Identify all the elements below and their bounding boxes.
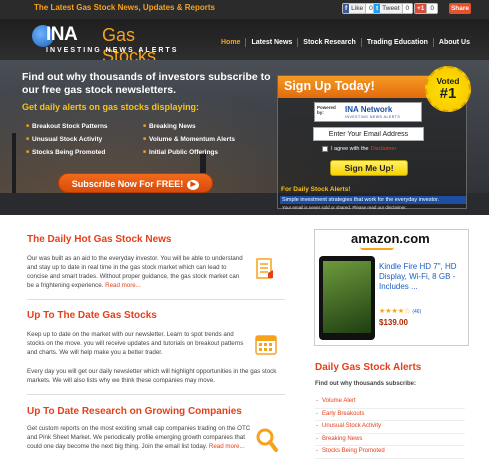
email-field[interactable] <box>313 127 424 141</box>
divider <box>27 394 285 395</box>
article-body: Get custom reports on the most exciting … <box>27 424 252 451</box>
magnifier-icon <box>256 428 278 452</box>
tablet-screen <box>323 261 371 333</box>
top-bar: The Latest Gas Stock News, Updates & Rep… <box>0 0 489 19</box>
alert-link[interactable]: Early Breakouts <box>315 409 465 421</box>
nav-latest-news[interactable]: Latest News <box>245 38 297 47</box>
article-body: Keep up to date on the market with our n… <box>27 331 244 356</box>
hero-headline: Find out why thousands of investors subs… <box>22 71 271 96</box>
amazon-ad[interactable]: amazon.com Kindle Fire HD 7", HD Display… <box>314 229 469 346</box>
feature-item: Stocks Being Promoted <box>26 149 105 156</box>
site-tagline: The Latest Gas Stock News, Updates & Rep… <box>34 3 215 12</box>
gplus-count: 0 <box>426 4 438 13</box>
nav-stock-research[interactable]: Stock Research <box>297 38 361 47</box>
oil-rig-silhouette <box>12 133 16 193</box>
powered-by-label: Powered by: <box>317 105 336 115</box>
like-label: Like <box>351 5 364 12</box>
daily-alerts-label: For Daily Stock Alerts! <box>281 186 351 193</box>
feature-item: Unusual Stock Activity <box>26 136 102 143</box>
voted-rank: #1 <box>439 85 457 102</box>
facebook-like-button[interactable]: f Like 0 <box>342 3 377 14</box>
calendar-icon <box>255 333 277 355</box>
read-more-link[interactable]: Read more... <box>105 282 141 289</box>
disclaimer-link[interactable]: Disclaimer <box>371 146 397 152</box>
amazon-logo: amazon.com <box>351 231 430 246</box>
article-title[interactable]: Up To The Date Gas Stocks <box>27 310 157 321</box>
document-list-icon <box>256 258 274 280</box>
divider <box>27 299 285 300</box>
rating-stars: ★★★★☆ (46) <box>379 307 421 315</box>
feature-item: Breaking News <box>143 123 196 130</box>
share-button[interactable]: Share <box>449 3 471 14</box>
agree-label: I agree with the <box>331 146 369 152</box>
network-name: INA Network <box>345 105 393 114</box>
subscribe-button[interactable]: Subscribe Now For FREE! ▶ <box>58 173 213 193</box>
main-nav: Home Latest News Stock Research Trading … <box>216 38 475 47</box>
alert-link[interactable]: Stocks Being Promoted <box>315 446 465 459</box>
sidebar-title: Daily Gas Stock Alerts <box>315 362 422 373</box>
sign-me-up-button[interactable]: Sign Me Up! <box>330 160 408 176</box>
agree-checkbox-row[interactable]: I agree with the Disclaimer <box>322 146 396 152</box>
voted-label: Voted <box>436 76 460 86</box>
tweet-count: 0 <box>401 4 413 13</box>
tweet-button[interactable]: t Tweet 0 <box>373 3 414 14</box>
alert-link[interactable]: Volume Alert <box>315 396 465 409</box>
arrow-right-icon: ▶ <box>187 179 200 190</box>
gplus-icon: +1 <box>415 4 427 13</box>
alerts-list: Volume Alert Early Breakouts Unusual Sto… <box>315 396 465 459</box>
logo-subtitle: INVESTING NEWS ALERTS <box>46 47 179 54</box>
site-logo[interactable]: INA Gas Stocks INVESTING NEWS ALERTS <box>32 23 192 66</box>
feature-item: Initial Public Offerings <box>143 149 218 156</box>
tweet-label: Tweet <box>382 5 400 12</box>
hero-subhead: Get daily alerts on gas stocks displayin… <box>22 102 200 112</box>
privacy-note: Your email is never sold or shared. Plea… <box>282 205 407 210</box>
network-subtitle: INVESTING NEWS ALERTS <box>345 115 401 119</box>
gplus-button[interactable]: +1 0 <box>414 3 439 14</box>
site-header: INA Gas Stocks INVESTING NEWS ALERTS Hom… <box>0 19 489 66</box>
logo-brand: INA <box>46 24 78 45</box>
amazon-smile-icon <box>360 247 394 250</box>
subscribe-label: Subscribe Now For FREE! <box>71 179 184 189</box>
feature-item: Volume & Momentum Alerts <box>143 136 235 143</box>
alert-link[interactable]: Unusual Stock Activity <box>315 421 465 434</box>
powered-by-logo: Powered by: INA Network INVESTING NEWS A… <box>314 102 422 122</box>
rating-count[interactable]: (46) <box>412 309 421 315</box>
read-more-link[interactable]: Read more... <box>209 443 245 450</box>
signup-title: Sign Up Today! <box>284 79 375 93</box>
kindle-tablet-image[interactable] <box>319 256 375 340</box>
simple-strategies-text: Simple investment strategies that work f… <box>280 196 466 204</box>
agree-checkbox[interactable] <box>322 146 328 152</box>
voted-badge: Voted #1 <box>425 66 471 112</box>
nav-home[interactable]: Home <box>216 38 245 47</box>
stars-icon: ★★★★☆ <box>379 308 411 315</box>
article-body: Every day you will get our daily newslet… <box>27 368 277 384</box>
sidebar-subtitle: Find out why thousands subscribe: <box>315 381 417 387</box>
ad-product-title[interactable]: Kindle Fire HD 7", HD Display, Wi-Fi, 8 … <box>379 262 467 292</box>
article-title[interactable]: Up To Date Research on Growing Companies <box>27 406 242 417</box>
nav-trading-education[interactable]: Trading Education <box>360 38 433 47</box>
feature-item: Breakout Stock Patterns <box>26 123 108 130</box>
article-title[interactable]: The Daily Hot Gas Stock News <box>27 234 172 245</box>
article-body: Our was built as an aid to the everyday … <box>27 254 247 290</box>
ad-price: $139.00 <box>379 318 408 327</box>
nav-about-us[interactable]: About Us <box>432 38 475 47</box>
alert-link[interactable]: Breaking News <box>315 434 465 446</box>
